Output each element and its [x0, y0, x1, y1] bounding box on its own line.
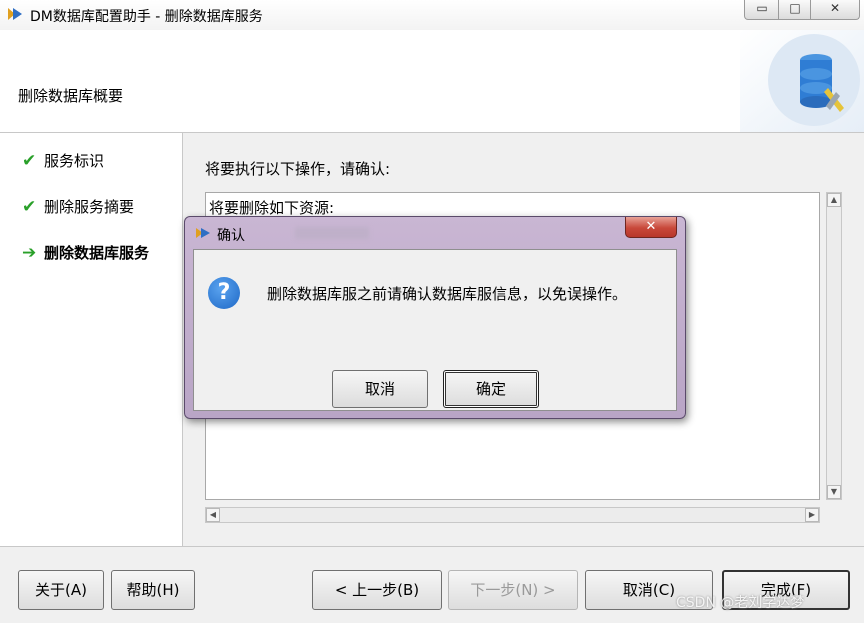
vertical-scrollbar[interactable]: ▲ ▼: [826, 192, 842, 500]
maximize-button[interactable]: □: [778, 0, 812, 20]
minimize-button[interactable]: ▭: [744, 0, 780, 20]
close-window-button[interactable]: ✕: [810, 0, 860, 20]
dialog-title: 确认: [217, 228, 245, 244]
scroll-left-arrow-icon[interactable]: ◀: [206, 508, 220, 522]
window-titlebar: DM数据库配置助手 - 删除数据库服务 ▭ □ ✕: [0, 0, 864, 31]
checkmark-icon: ✔: [22, 150, 37, 171]
step-label: 删除服务摘要: [44, 198, 135, 216]
arrow-right-icon: ➔: [22, 242, 37, 263]
dialog-titlebar[interactable]: 确认 ✕: [185, 217, 685, 248]
about-button[interactable]: 关于(A): [18, 570, 104, 610]
wizard-steps-panel: ✔ 服务标识 ✔ 删除服务摘要 ➔ 删除数据库服务: [0, 133, 183, 546]
app-icon: [8, 8, 22, 20]
confirm-dialog: 确认 ✕ ? 删除数据库服之前请确认数据库服信息，以免误操作。 取消 确定: [184, 216, 686, 419]
app-icon: [196, 228, 210, 238]
checkmark-icon: ✔: [22, 196, 37, 217]
next-button[interactable]: 下一步(N) >: [448, 570, 578, 610]
window-title: DM数据库配置助手 - 删除数据库服务: [30, 9, 263, 25]
scroll-down-arrow-icon[interactable]: ▼: [827, 485, 841, 499]
dialog-ok-button[interactable]: 确定: [443, 370, 539, 408]
question-icon: ?: [208, 277, 240, 309]
database-tools-icon: [740, 30, 864, 132]
dialog-close-button[interactable]: ✕: [625, 217, 677, 238]
wizard-header: 删除数据库概要: [0, 30, 864, 133]
dialog-body: ? 删除数据库服之前请确认数据库服信息，以免误操作。 取消 确定: [193, 249, 677, 411]
redacted-text: [295, 227, 369, 239]
scroll-up-arrow-icon[interactable]: ▲: [827, 193, 841, 207]
previous-button[interactable]: < 上一步(B): [312, 570, 442, 610]
page-title: 删除数据库概要: [18, 87, 124, 105]
step-delete-db-service: ➔ 删除数据库服务: [22, 242, 149, 263]
step-service-id: ✔ 服务标识: [22, 150, 104, 171]
scroll-right-arrow-icon[interactable]: ▶: [805, 508, 819, 522]
confirm-prompt: 将要执行以下操作，请确认:: [205, 160, 391, 178]
help-button[interactable]: 帮助(H): [111, 570, 195, 610]
watermark: CSDN @老刘学达梦: [676, 595, 805, 611]
resources-text: 将要删除如下资源:: [209, 199, 335, 217]
dialog-message: 删除数据库服之前请确认数据库服信息，以免误操作。: [267, 285, 628, 303]
horizontal-scrollbar[interactable]: ◀ ▶: [205, 507, 820, 523]
dialog-cancel-button[interactable]: 取消: [332, 370, 428, 408]
step-delete-summary: ✔ 删除服务摘要: [22, 196, 134, 217]
step-label: 服务标识: [44, 152, 105, 170]
step-label: 删除数据库服务: [44, 244, 150, 262]
